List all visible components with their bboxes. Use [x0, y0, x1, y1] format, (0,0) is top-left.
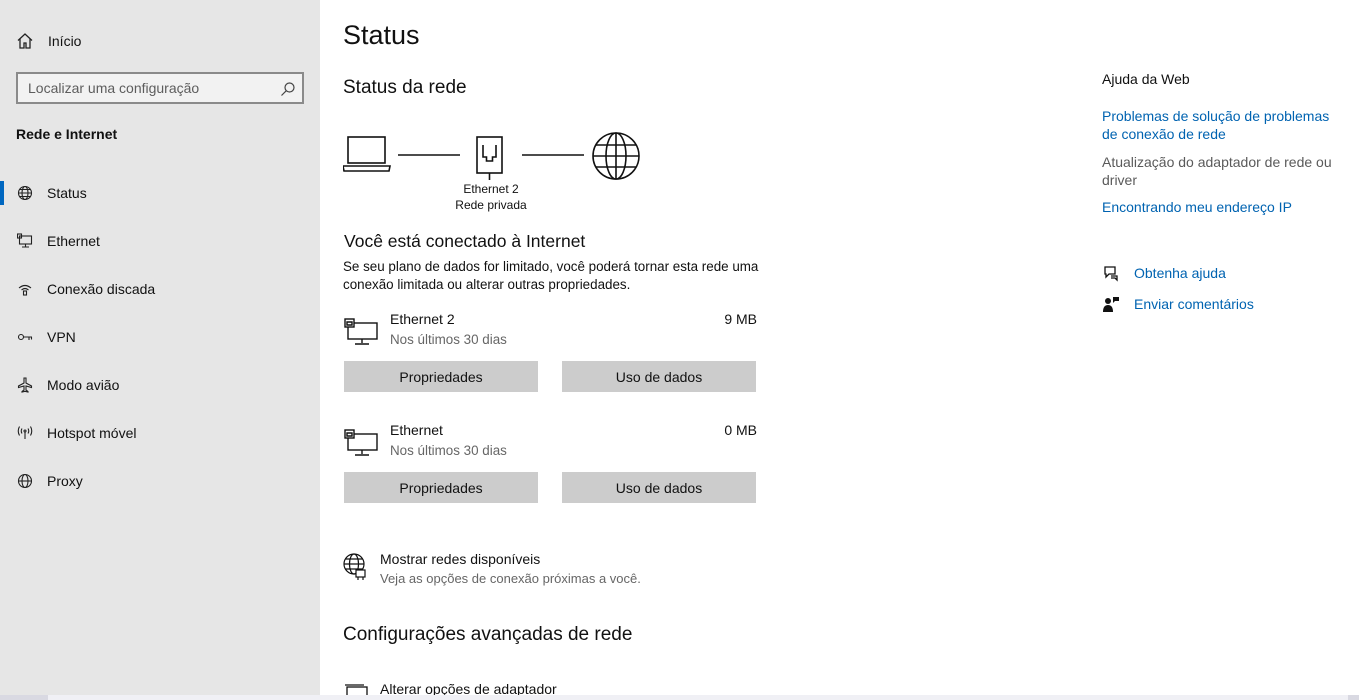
sidebar-item-status[interactable]: Status — [0, 169, 320, 217]
properties-button[interactable]: Propriedades — [344, 361, 538, 392]
sidebar-item-airplane[interactable]: Modo avião — [0, 361, 320, 409]
airplane-icon — [16, 376, 34, 394]
sidebar-item-label: Conexão discada — [47, 281, 156, 297]
diagram-label: Ethernet 2 Rede privada — [448, 181, 534, 213]
adapter-name: Ethernet 2 — [390, 311, 455, 327]
sidebar-item-label: VPN — [47, 329, 76, 345]
adapter-period: Nos últimos 30 dias — [390, 443, 507, 458]
sidebar-item-hotspot[interactable]: Hotspot móvel — [0, 409, 320, 457]
connected-heading: Você está conectado à Internet — [344, 231, 586, 251]
globe-network-icon — [343, 553, 366, 580]
home-icon — [17, 33, 33, 49]
page-title: Status — [343, 20, 420, 50]
adapter-usage: 9 MB — [724, 311, 757, 327]
network-status-heading: Status da rede — [343, 77, 467, 98]
sidebar-item-ethernet[interactable]: Ethernet — [0, 217, 320, 265]
dialup-icon — [16, 280, 34, 298]
sidebar-item-label: Hotspot móvel — [47, 425, 137, 441]
adapter-period: Nos últimos 30 dias — [390, 332, 507, 347]
search-box[interactable] — [16, 72, 304, 104]
connected-description: Se seu plano de dados for limitado, você… — [343, 259, 759, 292]
adapter-usage: 0 MB — [724, 422, 757, 438]
nav-home-label: Início — [48, 33, 82, 49]
send-feedback-link[interactable]: Enviar comentários — [1102, 295, 1254, 313]
data-usage-button[interactable]: Uso de dados — [562, 472, 756, 503]
diagram-network-type: Rede privada — [455, 198, 527, 212]
search-icon[interactable] — [280, 81, 296, 97]
troubleshoot-link[interactable]: Problemas de solução de problemas de con… — [1102, 107, 1342, 143]
ethernet-adapter-icon — [344, 318, 378, 345]
send-feedback-label: Enviar comentários — [1134, 296, 1254, 312]
vpn-icon — [16, 328, 34, 346]
internet-globe-icon — [592, 132, 640, 180]
adapter-row: Ethernet Nos últimos 30 dias 0 MB — [343, 422, 757, 466]
show-networks-title: Mostrar redes disponíveis — [380, 551, 541, 567]
network-diagram — [343, 132, 640, 180]
sidebar: Início Rede e Internet Status Ethernet — [0, 0, 320, 700]
get-help-label: Obtenha ajuda — [1134, 265, 1226, 281]
scrollbar-thumb[interactable] — [48, 695, 1348, 700]
ethernet-port-icon — [476, 136, 503, 180]
sidebar-item-label: Ethernet — [47, 233, 100, 249]
hotspot-icon — [16, 424, 34, 442]
nav-home[interactable]: Início — [16, 28, 81, 54]
sidebar-item-label: Proxy — [47, 473, 83, 489]
web-help-title: Ajuda da Web — [1102, 71, 1190, 87]
show-networks-subtitle: Veja as opções de conexão próximas a voc… — [380, 571, 641, 586]
ethernet-icon — [16, 232, 34, 250]
globe-network-icon — [16, 184, 34, 202]
sidebar-item-vpn[interactable]: VPN — [0, 313, 320, 361]
adapter-row: Ethernet 2 Nos últimos 30 dias 9 MB — [343, 311, 757, 355]
find-ip-link[interactable]: Encontrando meu endereço IP — [1102, 198, 1342, 216]
horizontal-scrollbar[interactable] — [0, 695, 1359, 700]
sidebar-item-dialup[interactable]: Conexão discada — [0, 265, 320, 313]
laptop-icon — [343, 136, 391, 172]
search-input[interactable] — [18, 74, 268, 102]
sidebar-item-label: Modo avião — [47, 377, 120, 393]
feedback-icon — [1103, 297, 1119, 312]
adapter-name: Ethernet — [390, 422, 443, 438]
nav-list: Status Ethernet Conexão discada VPN Modo… — [0, 169, 320, 505]
properties-button[interactable]: Propriedades — [344, 472, 538, 503]
advanced-settings-heading: Configurações avançadas de rede — [343, 624, 633, 645]
adapter-update-item: Atualização do adaptador de rede ou driv… — [1102, 154, 1332, 188]
ethernet-adapter-icon — [344, 429, 378, 456]
help-chat-icon — [1104, 266, 1118, 282]
diagram-adapter-name: Ethernet 2 — [463, 182, 519, 196]
sidebar-item-proxy[interactable]: Proxy — [0, 457, 320, 505]
data-usage-button[interactable]: Uso de dados — [562, 361, 756, 392]
globe-icon — [16, 472, 34, 490]
sidebar-item-label: Status — [47, 185, 87, 201]
section-title: Rede e Internet — [16, 126, 118, 142]
get-help-link[interactable]: Obtenha ajuda — [1102, 264, 1226, 282]
